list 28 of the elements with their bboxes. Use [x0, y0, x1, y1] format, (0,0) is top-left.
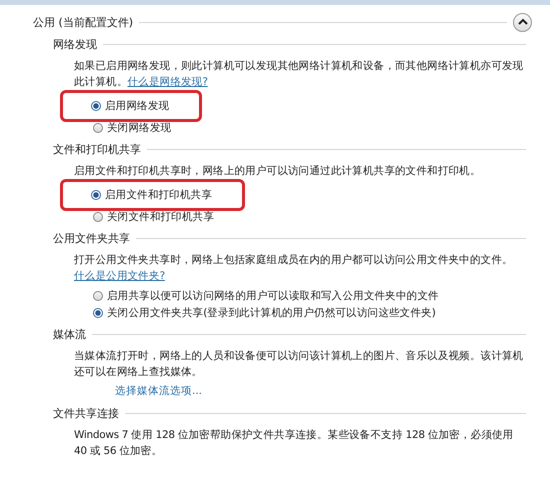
- radio-button[interactable]: [93, 122, 103, 132]
- collapse-button[interactable]: [513, 12, 532, 32]
- help-link[interactable]: 什么是公用文件夹?: [74, 270, 165, 282]
- radio-button[interactable]: [93, 212, 103, 222]
- section-title: 网络发现: [53, 36, 97, 52]
- description: 打开公用文件夹共享时，网络上包括家庭组成员在内的用户都可以访问公用文件夹中的文件。 什么是公用文件夹?: [74, 253, 514, 284]
- media-options-link[interactable]: 选择媒体流选项...: [115, 384, 202, 398]
- section-title: 公用文件夹共享: [53, 230, 130, 246]
- group-title: 公用 (当前配置文件): [33, 14, 134, 30]
- description: 启用文件和打印机共享时，网络上的用户可以访问通过此计算机共享的文件和打印机。: [74, 164, 482, 179]
- radio-option[interactable]: 关闭网络发现: [93, 119, 172, 136]
- radio-button[interactable]: [93, 290, 103, 300]
- radio-option[interactable]: 关闭公用文件夹共享(登录到此计算机的用户仍然可以访问这些文件夹): [93, 304, 436, 321]
- radio-option[interactable]: 启用文件和打印机共享: [63, 182, 242, 208]
- radio-option[interactable]: 关闭文件和打印机共享: [93, 208, 214, 225]
- radio-button[interactable]: [91, 101, 101, 111]
- chevron-up-icon: [518, 18, 528, 26]
- radio-option[interactable]: 启用网络发现: [63, 93, 200, 119]
- section-title: 文件共享连接: [53, 406, 119, 420]
- section-title: 文件和打印机共享: [53, 142, 141, 156]
- description: Windows 7 使用 128 位加密帮助保护文件共享连接。某些设备不支持 128 位加密，必须使用 40 或 56 位加密。: [74, 428, 514, 459]
- radio-button[interactable]: [93, 308, 103, 318]
- description: 如果已启用网络发现，则此计算机可以发现其他网络计算机和设备，而其他网络计算机亦可发现此计算机。什么是网络发现?: [74, 59, 524, 90]
- radio-option[interactable]: 启用共享以便可以访问网络的用户可以读取和写入公用文件夹中的文件: [93, 287, 439, 304]
- section-title: 媒体流: [53, 326, 86, 342]
- radio-button[interactable]: [91, 190, 101, 200]
- help-link[interactable]: 什么是网络发现?: [128, 76, 208, 88]
- description: 当媒体流打开时，网络上的人员和设备便可以访问该计算机上的图片、音乐以及视频。该计算机还可以在网络上查找媒体。: [74, 349, 524, 380]
